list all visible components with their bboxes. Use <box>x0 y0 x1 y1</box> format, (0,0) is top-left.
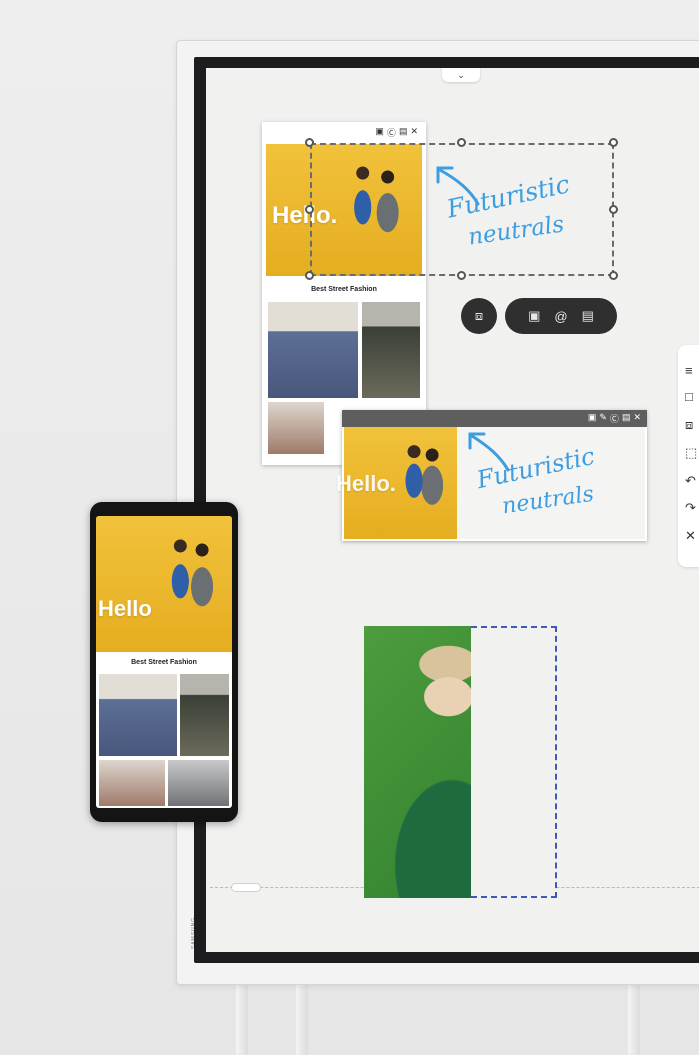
document-icon[interactable]: ▤ <box>582 308 594 324</box>
side-toolbar: ≡ □ ⧈ ⬚ ↶ ↷ ✕ <box>678 345 699 567</box>
phone-hero-image: Hello <box>96 516 232 652</box>
resize-handle[interactable] <box>457 271 466 280</box>
capture-window-toolbar: ▣ ✎ Ⓒ ▤ ✕ <box>342 410 647 427</box>
background-removal-selection[interactable] <box>471 626 557 898</box>
crop-capture-icon: ⧈ <box>474 308 484 323</box>
captured-hero-text: Hello. <box>336 471 396 496</box>
resize-handle[interactable] <box>457 138 466 147</box>
phone-screen[interactable]: Hello Best Street Fashion <box>96 516 232 808</box>
phone-hero-text: Hello <box>98 596 152 621</box>
thumbnail-image <box>99 674 177 756</box>
card-title: Best Street Fashion <box>311 286 377 293</box>
captured-photo: Hello. <box>336 427 457 539</box>
close-icon[interactable]: ✕ <box>410 126 418 139</box>
card-toolbar: ▣ Ⓒ ▤ ✕ <box>375 126 418 139</box>
resize-handle[interactable] <box>305 271 314 280</box>
resize-handle[interactable] <box>609 271 618 280</box>
resize-handle[interactable] <box>609 138 618 147</box>
save-icon[interactable]: ▤ <box>622 412 631 425</box>
smartphone: Hello Best Street Fashion <box>90 502 238 822</box>
thumbnail-image <box>362 302 420 398</box>
save-icon[interactable]: ▤ <box>399 126 408 139</box>
share-actions-bar: ▣ @ ▤ <box>505 298 617 334</box>
page-handle[interactable] <box>231 883 261 892</box>
thumbnail-image <box>168 760 229 806</box>
chevron-down-icon: ⌄ <box>457 69 465 80</box>
scene: SAMSUNG ⌄ ▣ Ⓒ ▤ ✕ Hello. Best Street Fas… <box>0 0 699 1055</box>
captured-image-window[interactable]: ▣ ✎ Ⓒ ▤ ✕ Hello. Futuristic neutrals <box>336 410 647 541</box>
capture-icon[interactable]: ▣ <box>588 412 597 425</box>
email-icon[interactable]: @ <box>554 309 567 324</box>
redo-icon[interactable]: ↷ <box>685 500 696 516</box>
phone-page-title: Best Street Fashion <box>131 659 197 666</box>
note-icon[interactable]: □ <box>685 389 693 404</box>
copy-icon[interactable]: Ⓒ <box>387 126 396 139</box>
camera-icon[interactable]: ▣ <box>528 308 540 324</box>
stand-leg-right <box>628 980 640 1055</box>
stand-leg-left <box>236 980 248 1055</box>
thumbnail-image <box>268 302 358 398</box>
close-icon[interactable]: ✕ <box>633 412 641 425</box>
copy-icon[interactable]: Ⓒ <box>610 412 619 425</box>
stand-leg-mid <box>296 980 308 1055</box>
undo-icon[interactable]: ↶ <box>685 473 696 489</box>
thumbnail-image <box>180 674 229 756</box>
thumbnail-image <box>268 402 324 454</box>
layers-icon[interactable]: ⧈ <box>685 417 693 433</box>
pull-down-tab[interactable]: ⌄ <box>442 68 480 82</box>
thumbnail-image <box>99 760 165 806</box>
resize-handle[interactable] <box>305 138 314 147</box>
resize-handle[interactable] <box>609 205 618 214</box>
crop-capture-button[interactable]: ⧈ <box>461 298 497 334</box>
capture-icon[interactable]: ▣ <box>375 126 384 139</box>
close-icon[interactable]: ✕ <box>685 528 696 544</box>
resize-handle[interactable] <box>305 205 314 214</box>
select-icon[interactable]: ⬚ <box>685 445 697 461</box>
edit-icon[interactable]: ✎ <box>599 412 607 425</box>
menu-icon[interactable]: ≡ <box>685 363 693 378</box>
